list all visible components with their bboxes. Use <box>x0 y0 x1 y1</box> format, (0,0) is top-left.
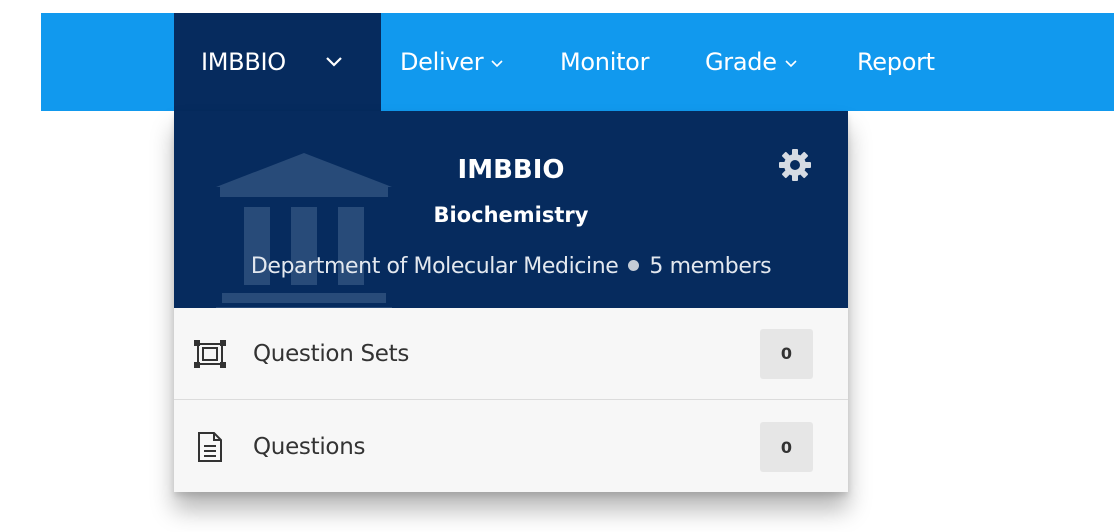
questions-label: Questions <box>253 434 366 460</box>
chevron-down-icon <box>785 60 797 68</box>
questions-count-badge: 0 <box>760 422 813 472</box>
org-switcher-button[interactable]: IMBBIO <box>174 13 381 111</box>
nav-report[interactable]: Report <box>857 13 935 111</box>
question-sets-label: Question Sets <box>253 340 410 367</box>
org-dropdown-menu: IMBBIO Biochemistry Department of Molecu… <box>174 111 848 492</box>
org-card-header: IMBBIO Biochemistry Department of Molecu… <box>174 111 848 308</box>
separator-dot <box>628 259 640 271</box>
question-sets-count-badge: 0 <box>760 328 813 379</box>
chevron-down-icon <box>326 57 342 67</box>
org-meta: Department of Molecular Medicine 5 member… <box>174 254 848 279</box>
nav-deliver[interactable]: Deliver <box>400 13 503 111</box>
question-sets-icon <box>194 339 226 368</box>
nav-deliver-label: Deliver <box>400 48 484 76</box>
nav-monitor[interactable]: Monitor <box>560 13 649 111</box>
org-members-count: 5 members <box>649 254 772 279</box>
nav-grade-label: Grade <box>705 48 777 76</box>
menu-item-question-sets[interactable]: Question Sets 0 <box>174 308 848 400</box>
nav-report-label: Report <box>857 48 935 76</box>
menu-item-questions[interactable]: Questions 0 <box>174 401 848 493</box>
nav-monitor-label: Monitor <box>560 48 650 76</box>
org-name: IMBBIO <box>457 155 565 185</box>
chevron-down-icon <box>491 60 503 68</box>
document-icon <box>198 432 222 462</box>
top-navbar: IMBBIO Deliver Monitor Grade Report <box>41 13 1114 111</box>
org-department: Department of Molecular Medicine <box>250 254 619 279</box>
nav-grade[interactable]: Grade <box>705 13 797 111</box>
org-subtitle: Biochemistry <box>433 203 589 227</box>
org-switcher-label: IMBBIO <box>201 48 286 76</box>
